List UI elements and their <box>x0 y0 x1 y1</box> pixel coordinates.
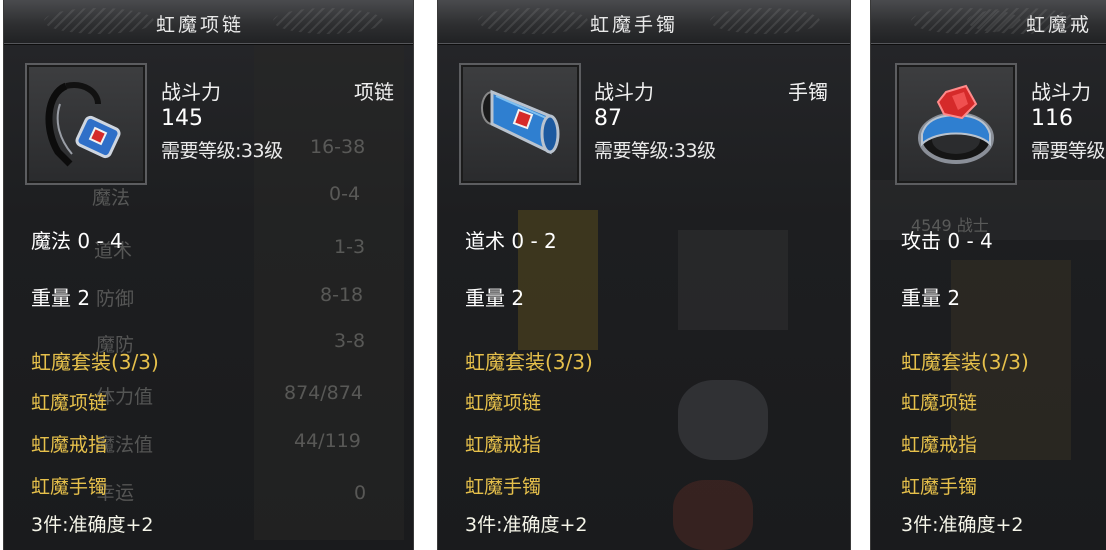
tooltip-titlebar: 虹魔戒 <box>871 0 1106 45</box>
item-title: 虹魔手镯 <box>590 14 679 36</box>
item-type: 项链 <box>354 80 394 104</box>
bg-value: 0-4 <box>329 183 361 205</box>
item-attribute: 攻击 0 - 4 <box>901 229 993 253</box>
tooltip-titlebar: 虹魔手镯 <box>438 0 850 45</box>
power-label: 战斗力 <box>594 80 654 104</box>
item-weight: 重量 2 <box>901 286 961 310</box>
set-bonus: 3件:准确度+2 <box>465 514 588 536</box>
bg-label: 魔法 <box>92 187 131 209</box>
set-title: 虹魔套装(3/3) <box>465 350 593 374</box>
level-requirement: 需要等级 <box>1031 140 1106 162</box>
set-item: 虹魔戒指 <box>901 434 978 456</box>
level-requirement: 需要等级:33级 <box>161 140 283 162</box>
item-title: 虹魔戒 <box>1026 14 1093 36</box>
power-value: 116 <box>1031 106 1073 131</box>
item-icon-slot <box>895 63 1017 185</box>
bg-value: 16-38 <box>310 136 366 158</box>
set-item: 虹魔戒指 <box>465 434 542 456</box>
bg-value: 0 <box>354 482 367 504</box>
item-attribute: 魔法 0 - 4 <box>31 229 123 253</box>
item-title: 虹魔项链 <box>156 14 245 36</box>
bg-value: 44/119 <box>294 430 361 452</box>
power-label: 战斗力 <box>161 80 221 104</box>
tooltip-titlebar: 虹魔项链 <box>4 0 413 45</box>
item-attribute: 道术 0 - 2 <box>465 229 557 253</box>
tooltip-panel-necklace: 虹魔项链 16-38 魔法 0-4 道术 1-3 防御 8-18 魔防 3-8 … <box>3 0 414 550</box>
set-item: 虹魔手镯 <box>465 476 542 498</box>
power-value: 87 <box>594 106 622 131</box>
set-item: 虹魔手镯 <box>31 476 108 498</box>
necklace-icon <box>45 82 121 167</box>
set-item: 虹魔项链 <box>31 392 108 414</box>
set-item: 虹魔手镯 <box>901 476 978 498</box>
bracelet-icon <box>481 89 560 155</box>
set-item: 虹魔项链 <box>901 392 978 414</box>
item-weight: 重量 2 <box>465 286 525 310</box>
tooltip-panel-ring: 虹魔戒 4549 战士 战斗力 116 需要等级 攻击 0 - 4 重量 2 虹… <box>870 0 1106 550</box>
set-title: 虹魔套装(3/3) <box>31 350 159 374</box>
bg-value: 8-18 <box>320 284 364 306</box>
bg-value: 874/874 <box>284 382 363 404</box>
set-bonus: 3件:准确度+2 <box>901 514 1024 536</box>
power-value: 145 <box>161 106 203 131</box>
set-item: 虹魔戒指 <box>31 434 108 456</box>
set-title: 虹魔套装(3/3) <box>901 350 1029 374</box>
item-weight: 重量 2 <box>31 286 91 310</box>
item-icon-slot <box>25 63 147 185</box>
item-type: 手镯 <box>788 80 828 104</box>
bg-value: 3-8 <box>334 330 366 352</box>
power-label: 战斗力 <box>1031 80 1091 104</box>
set-bonus: 3件:准确度+2 <box>31 514 154 536</box>
bg-value: 1-3 <box>334 236 366 258</box>
bg-label: 防御 <box>96 288 135 310</box>
tooltip-panel-bracelet: 虹魔手镯 战斗力 手镯 87 需要等级:33级 道术 0 - 2 重量 2 虹魔… <box>437 0 851 550</box>
item-icon-slot <box>459 63 581 185</box>
level-requirement: 需要等级:33级 <box>594 140 716 162</box>
ring-icon <box>918 84 994 164</box>
set-item: 虹魔项链 <box>465 392 542 414</box>
